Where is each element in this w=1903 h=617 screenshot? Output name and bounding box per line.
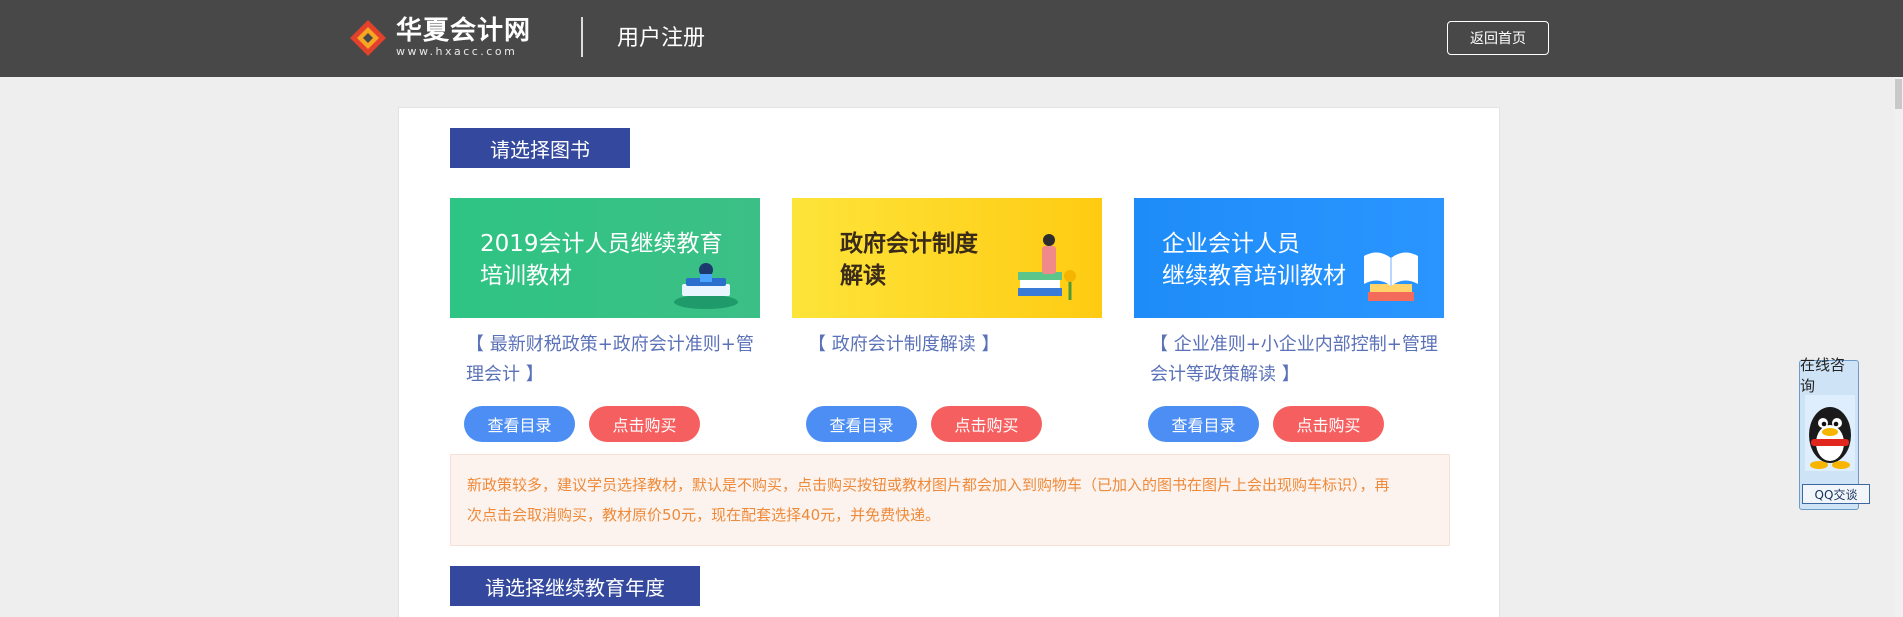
cover-title-line: 2019会计人员继续教育 (480, 231, 723, 257)
book-description: 【 政府会计制度解读 】 (808, 334, 1000, 355)
book-cover-title: 企业会计人员 继续教育培训教材 (1162, 228, 1346, 292)
book-buttons: 查看目录 点击购买 (1134, 406, 1446, 442)
book-cover-image[interactable]: 2019会计人员继续教育 培训教材 (450, 198, 760, 318)
qq-chat-button[interactable]: QQ交谈 (1802, 484, 1870, 504)
section-title-choose-book: 请选择图书 (450, 128, 630, 168)
scrollbar-thumb[interactable] (1895, 79, 1902, 109)
view-catalog-button[interactable]: 查看目录 (464, 406, 575, 442)
qq-widget-title: 在线咨询 (1800, 356, 1846, 395)
scrollbar-track[interactable] (1894, 77, 1903, 617)
logo-name: 华夏会计网 (396, 16, 532, 46)
book-card: 企业会计人员 继续教育培训教材 【 企业准则+小企业内部控制+管理会计等政策解读… (1134, 198, 1446, 442)
books-stack-illustration-icon (1018, 234, 1076, 300)
book-cover-title: 政府会计制度 解读 (840, 228, 978, 292)
qq-penguin-icon (1805, 395, 1855, 471)
buy-button[interactable]: 点击购买 (589, 406, 700, 442)
buy-button[interactable]: 点击购买 (1273, 406, 1384, 442)
section-title-choose-year: 请选择继续教育年度 (450, 566, 700, 606)
book-cover-image[interactable]: 企业会计人员 继续教育培训教材 (1134, 198, 1444, 318)
page-title: 用户注册 (617, 26, 706, 51)
view-catalog-button[interactable]: 查看目录 (806, 406, 917, 442)
purchase-notice: 新政策较多，建议学员选择教材，默认是不购买，点击购买按钮或教材图片都会加入到购物… (450, 454, 1450, 546)
book-description: 【 企业准则+小企业内部控制+管理会计等政策解读 】 (1150, 334, 1438, 385)
cover-title-line: 企业会计人员 (1162, 231, 1300, 257)
header-divider (581, 17, 583, 57)
buy-button[interactable]: 点击购买 (931, 406, 1042, 442)
logo-mark-icon (348, 18, 388, 58)
qq-consult-widget[interactable]: 在线咨询 QQ交谈 (1799, 356, 1870, 510)
logo-text: 华夏会计网 www.hxacc.com (396, 17, 531, 59)
top-header: 华夏会计网 www.hxacc.com 用户注册 返回首页 (0, 0, 1903, 77)
book-card: 政府会计制度 解读 【 政府会计制度解读 】 查看目录 点击购买 (792, 198, 1104, 442)
cover-title-line: 政府会计制度 (840, 231, 978, 257)
home-button[interactable]: 返回首页 (1447, 21, 1549, 55)
book-buttons: 查看目录 点击购买 (792, 406, 1104, 442)
view-catalog-button[interactable]: 查看目录 (1148, 406, 1259, 442)
book-buttons: 查看目录 点击购买 (450, 406, 762, 442)
site-logo[interactable]: 华夏会计网 www.hxacc.com (348, 16, 531, 60)
cover-title-line: 继续教育培训教材 (1162, 263, 1346, 289)
book-reader-illustration-icon (674, 263, 738, 309)
book-cover-image[interactable]: 政府会计制度 解读 (792, 198, 1102, 318)
open-book-illustration-icon (1364, 252, 1418, 301)
book-description: 【 最新财税政策+政府会计准则+管理会计 】 (466, 334, 754, 385)
cover-title-line: 解读 (840, 263, 886, 289)
book-card: 2019会计人员继续教育 培训教材 【 最新财税政策+政府会计准则+管理会计 】… (450, 198, 762, 442)
logo-url: www.hxacc.com (396, 45, 518, 58)
registration-panel: 请选择图书 2019会计人员继续教育 培训教材 【 最新财税政策+政府会计准则+… (398, 107, 1500, 617)
